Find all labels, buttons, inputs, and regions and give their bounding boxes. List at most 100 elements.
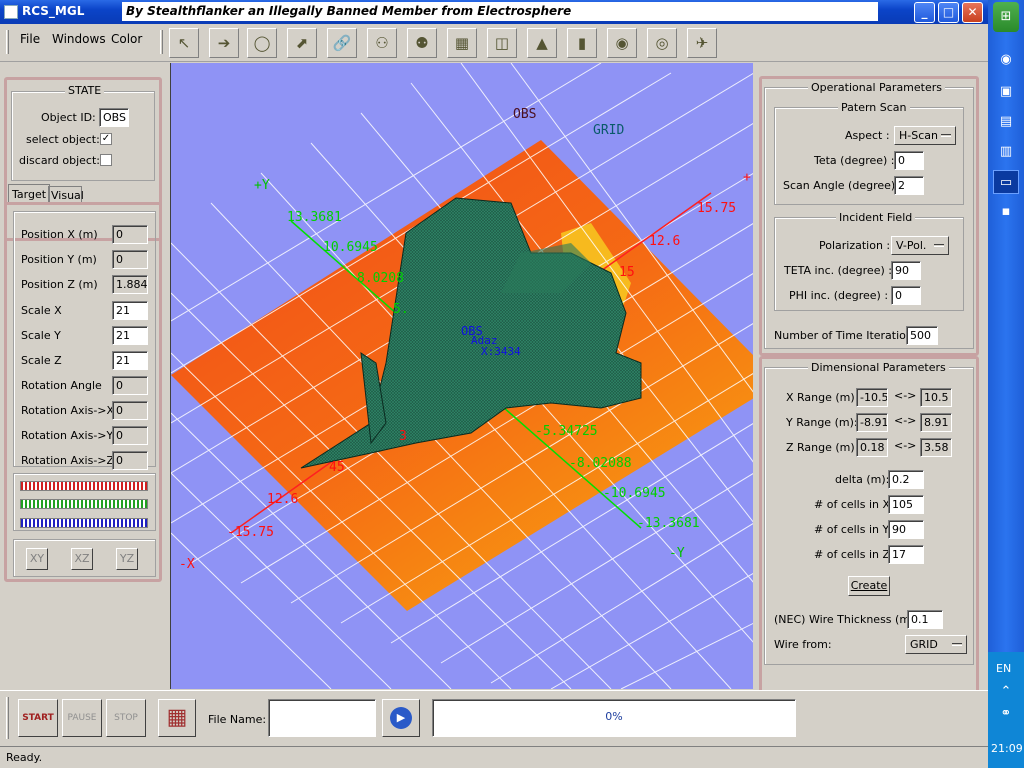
center-label-2: X:3434 (481, 345, 521, 358)
wire-from-dropdown[interactable]: GRID (905, 635, 967, 654)
link-icon[interactable]: 🔗 (327, 28, 357, 58)
play-button[interactable]: ▶ (382, 699, 420, 737)
obs-label: OBS (513, 107, 536, 122)
create-button[interactable]: Create (848, 576, 890, 596)
folder-icon[interactable]: ▤ (993, 110, 1019, 134)
misc-label-2: 45 (329, 460, 345, 475)
grid-icon[interactable]: ▦ (447, 28, 477, 58)
phi-inc-input[interactable]: 0 (891, 286, 921, 305)
z-max-field: 3.58 (920, 438, 952, 457)
state-title: STATE (65, 84, 105, 97)
delta-input[interactable]: 0.2 (888, 470, 924, 489)
iteration-input[interactable]: 500 (906, 326, 938, 345)
grid-view-icon[interactable]: ▦ (158, 699, 196, 737)
language-indicator[interactable]: EN (996, 662, 1011, 675)
file-name-input[interactable] (268, 699, 376, 737)
green-slider[interactable] (20, 499, 148, 509)
teta-inc-label: TETA inc. (degree) : (784, 264, 892, 277)
field-input: 0 (112, 401, 148, 420)
field-label: Position Z (m) (21, 278, 98, 291)
airplane-icon[interactable]: ✈ (687, 28, 717, 58)
network-icon[interactable]: ⚭ (993, 702, 1019, 726)
computer-icon[interactable]: ▣ (993, 80, 1019, 104)
cone-icon[interactable]: ▲ (527, 28, 557, 58)
close-button[interactable]: ✕ (962, 2, 983, 23)
figures-alt-icon[interactable]: ⚉ (407, 28, 437, 58)
scan-angle-input[interactable]: 2 (894, 176, 924, 195)
maximize-button[interactable]: □ (938, 2, 959, 23)
tab-visual[interactable]: Visual (48, 186, 84, 202)
field-label: Rotation Axis->Y (21, 429, 114, 442)
tick-green-1: 10.6945 (323, 240, 378, 255)
torus-icon[interactable]: ◎ (647, 28, 677, 58)
right-panel: Operational Parameters Patern Scan Aspec… (755, 63, 988, 730)
stop-button[interactable]: STOP (106, 699, 146, 737)
cylinder-icon[interactable]: ▮ (567, 28, 597, 58)
wire-thickness-input[interactable]: 0.1 (907, 610, 943, 629)
tab-target[interactable]: Target (8, 184, 50, 202)
discard-object-checkbox[interactable] (100, 154, 112, 166)
left-panel: STATE Object ID: OBS select object: ✓ di… (0, 63, 168, 689)
axis-plus-y-label: +Y (254, 178, 270, 193)
menu-windows[interactable]: Windows (52, 32, 106, 46)
tick-green-4: -5.34725 (535, 424, 598, 439)
cells-z-input[interactable]: 17 (888, 545, 924, 564)
field-input: 0 (112, 225, 148, 244)
window-task-icon[interactable]: ▭ (993, 170, 1019, 194)
field-input[interactable]: 21 (112, 301, 148, 320)
xz-plane-button[interactable]: XZ (71, 548, 93, 570)
teta-inc-input[interactable]: 90 (891, 261, 921, 280)
pause-button[interactable]: PAUSE (62, 699, 102, 737)
file-name-label: File Name: (208, 713, 267, 726)
xy-plane-button[interactable]: XY (26, 548, 48, 570)
cube-icon[interactable]: ◫ (487, 28, 517, 58)
taskbar: ⊞ ◉ ▣ ▤ ▥ ▭ ▪ EN ⌃ ⚭ 21:09 (988, 0, 1024, 768)
cells-x-input[interactable]: 105 (888, 495, 924, 514)
menu-file[interactable]: File (20, 32, 40, 46)
blue-slider[interactable] (20, 518, 148, 528)
teta-label: Teta (degree) : (814, 154, 895, 167)
media-icon[interactable]: ◉ (993, 48, 1019, 72)
misc-label-0: 15 (619, 265, 635, 280)
red-slider[interactable] (20, 481, 148, 491)
tick-green-6: -10.6945 (603, 486, 666, 501)
field-label: Scale X (21, 304, 62, 317)
field-input[interactable]: 21 (112, 351, 148, 370)
app-title: RCS_MGL (22, 4, 85, 18)
tick-red-3: -15.75 (227, 525, 274, 540)
select-object-checkbox[interactable]: ✓ (100, 133, 112, 145)
field-input: 1.884 (112, 275, 148, 294)
grip-handle (160, 30, 163, 54)
cells-y-input[interactable]: 90 (888, 520, 924, 539)
3d-viewport[interactable]: OBS GRID +Y -X -Y + 15.75 12.6 12.6 -15.… (170, 63, 753, 689)
pointer-icon[interactable]: ↖ (169, 28, 199, 58)
object-id-input[interactable]: OBS (99, 108, 129, 127)
console-icon[interactable]: ▪ (993, 200, 1019, 224)
cells-z-label: # of cells in Z: (814, 548, 894, 561)
ring-icon[interactable]: ◯ (247, 28, 277, 58)
field-input[interactable]: 21 (112, 326, 148, 345)
bottom-bar: START PAUSE STOP ▦ File Name: ▶ 0% (0, 690, 988, 746)
arrow-right-icon[interactable]: ➔ (209, 28, 239, 58)
cells-x-label: # of cells in X: (814, 498, 894, 511)
minimize-button[interactable]: _ (914, 2, 935, 23)
cursor-move-icon[interactable]: ⬈ (287, 28, 317, 58)
app-icon (4, 5, 18, 19)
polarization-dropdown[interactable]: V-Pol. (891, 236, 949, 255)
field-label: Scale Z (21, 354, 62, 367)
dims-box: Dimensional Parameters X Range (m): -10.… (759, 356, 979, 730)
chevron-up-icon[interactable]: ⌃ (993, 680, 1019, 704)
yz-plane-button[interactable]: YZ (116, 548, 138, 570)
scan-angle-label: Scan Angle (degree) : (783, 179, 903, 192)
start-button[interactable]: START (18, 699, 58, 737)
app-icon-task[interactable]: ▥ (993, 140, 1019, 164)
teta-input[interactable]: 0 (894, 151, 924, 170)
start-icon[interactable]: ⊞ (993, 2, 1019, 32)
sphere-icon[interactable]: ◉ (607, 28, 637, 58)
menu-color[interactable]: Color (111, 32, 142, 46)
wire-thickness-label: (NEC) Wire Thickness (m): (774, 613, 919, 626)
field-label: Rotation Axis->Z (21, 454, 115, 467)
aspect-dropdown[interactable]: H-Scan (894, 126, 956, 145)
figures-icon[interactable]: ⚇ (367, 28, 397, 58)
clock: 21:09 (991, 742, 1023, 755)
